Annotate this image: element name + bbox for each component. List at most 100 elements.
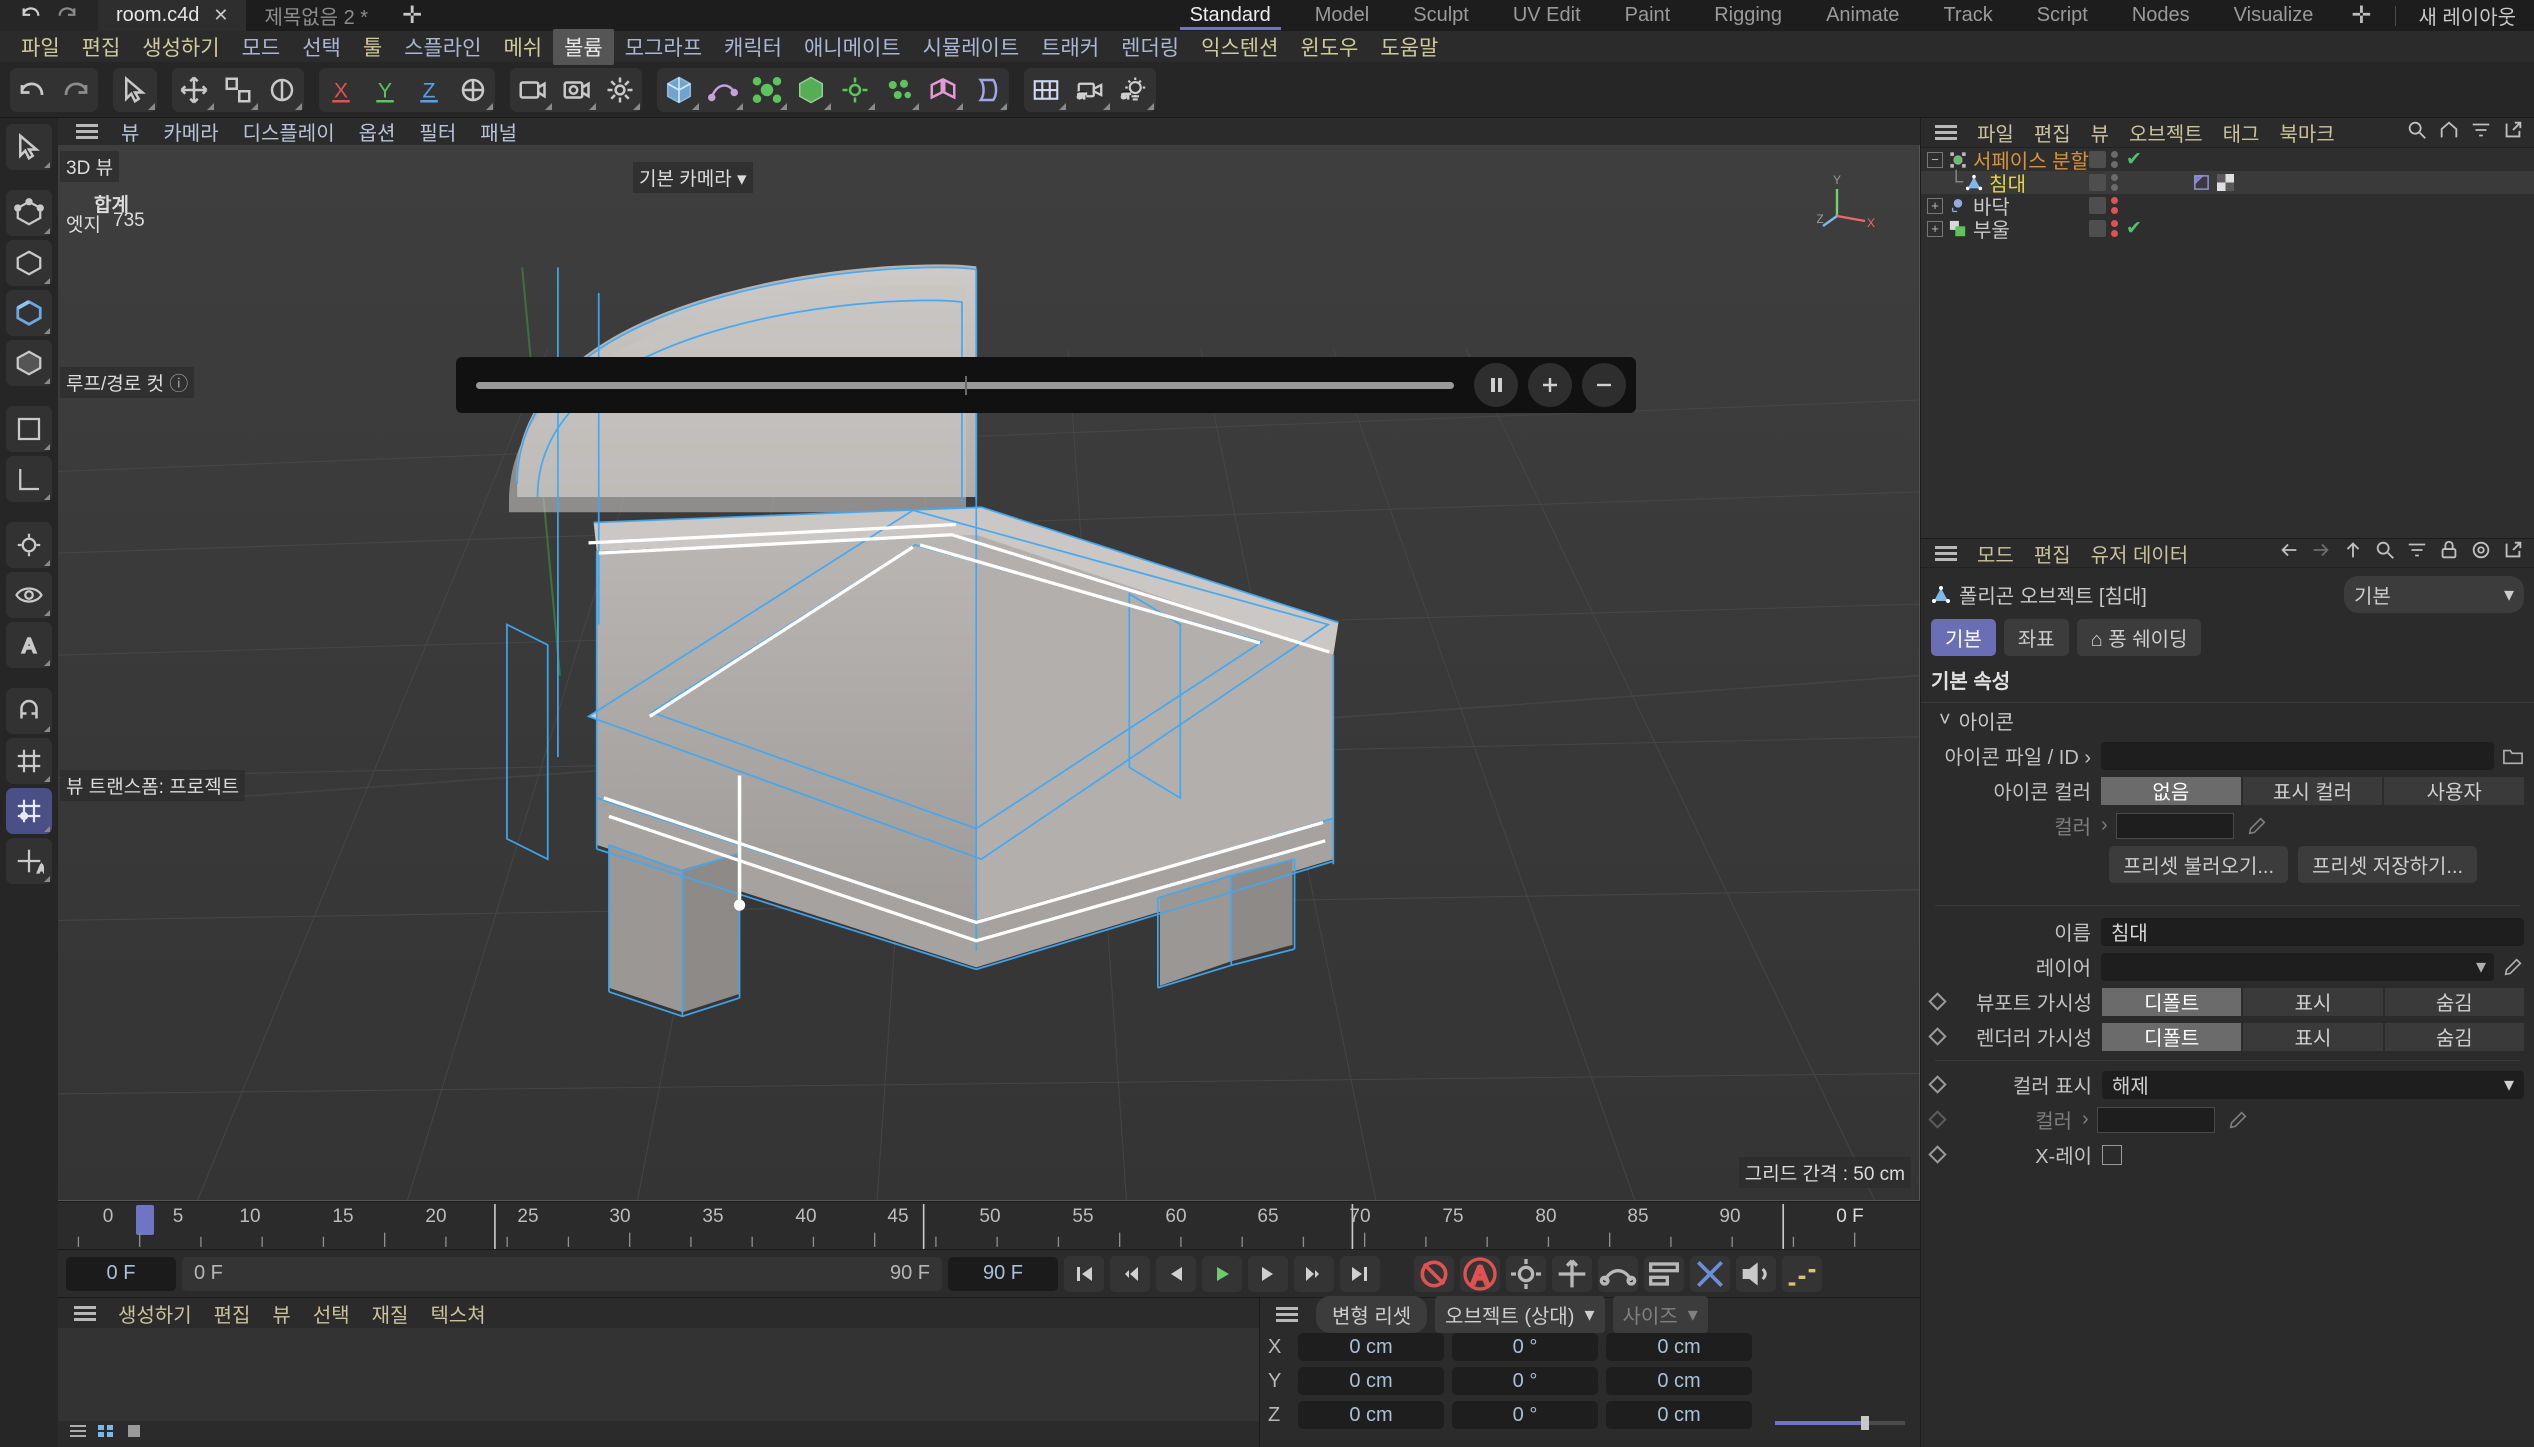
preview-range-field[interactable]: 0 F 90 F <box>182 1256 942 1291</box>
color-swatch-field[interactable] <box>2115 812 2234 839</box>
up-arrow-icon[interactable] <box>2342 539 2364 567</box>
preset-save-button[interactable]: 프리셋 저장하기... <box>2298 846 2478 883</box>
object-menu-bookmarks[interactable]: 북마크 <box>2269 116 2344 149</box>
object-hamburger-icon[interactable] <box>1925 125 1967 140</box>
menu-file[interactable]: 파일 <box>10 29 71 65</box>
viewport-vis-hide[interactable]: 숨김 <box>2384 987 2524 1016</box>
render-vis-show[interactable]: 표시 <box>2243 1022 2383 1051</box>
current-frame-field[interactable]: 0 F <box>66 1256 176 1291</box>
menu-animate[interactable]: 애니메이트 <box>793 29 912 65</box>
tool-help-icon[interactable]: ⓘ <box>169 374 188 395</box>
viewport-menu-panel[interactable]: 패널 <box>469 115 528 148</box>
scrub-track[interactable] <box>476 375 1454 395</box>
color-display-dropdown[interactable]: 해제 ▾ <box>2102 1070 2524 1099</box>
rotate-icon[interactable] <box>260 68 304 112</box>
render-vis-hide[interactable]: 숨김 <box>2384 1022 2524 1051</box>
eye-visibility-tool[interactable] <box>6 572 52 618</box>
object-enable-check-0[interactable]: ✔ <box>2126 148 2142 171</box>
attribute-menu-mode[interactable]: 모드 <box>1967 538 2024 570</box>
material-menu-material[interactable]: 재질 <box>362 1297 419 1330</box>
object-visibility-dots-2[interactable] <box>2111 197 2118 214</box>
cube-icon[interactable] <box>657 68 701 112</box>
object-menu-tags[interactable]: 태그 <box>2213 116 2270 149</box>
new-layout-label[interactable]: 새 레이아웃 <box>2404 1 2530 30</box>
object-tag-0[interactable] <box>2089 151 2106 168</box>
scrub-knob[interactable] <box>965 375 967 395</box>
reset-transform-button[interactable]: 변형 리셋 <box>1316 1295 1428 1333</box>
key-position-icon[interactable] <box>1506 1255 1546 1292</box>
edge-mode-tool[interactable] <box>6 240 52 286</box>
add-layout-button[interactable]: ✛ <box>2335 1 2387 30</box>
menu-create[interactable]: 생성하기 <box>131 29 230 65</box>
live-selection-icon[interactable] <box>113 68 157 112</box>
popout-icon[interactable] <box>2502 539 2524 567</box>
viewport-vis-show[interactable]: 표시 <box>2243 987 2383 1016</box>
record-icon[interactable] <box>1414 1255 1454 1292</box>
tab-basic[interactable]: 기본 <box>1931 619 1996 656</box>
render-vis-default[interactable]: 디폴트 <box>2102 1022 2242 1051</box>
layout-tab-uvedit[interactable]: UV Edit <box>1491 0 1603 31</box>
material-size-slider[interactable] <box>1775 1415 1905 1431</box>
size-y-field[interactable]: 0 cm <box>1606 1367 1752 1395</box>
tab-coordinates[interactable]: 좌표 <box>2003 619 2069 656</box>
coordinates-hamburger-icon[interactable] <box>1266 1306 1308 1322</box>
material-menu-edit[interactable]: 편집 <box>204 1297 261 1330</box>
chevron-right-icon[interactable]: › <box>2082 1108 2089 1131</box>
menu-simulate[interactable]: 시뮬레이트 <box>912 29 1031 65</box>
object-tag-1[interactable] <box>2089 174 2106 191</box>
undo-icon[interactable] <box>20 2 42 30</box>
filter-icon[interactable] <box>2406 539 2428 567</box>
keyframe-mode-icon[interactable] <box>1782 1255 1822 1292</box>
search-icon[interactable] <box>2406 119 2428 147</box>
texture-tag-icon[interactable] <box>2217 174 2234 191</box>
viewport-vis-default[interactable]: 디폴트 <box>2102 987 2242 1016</box>
position-z-field[interactable]: 0 cm <box>1298 1401 1444 1429</box>
layout-tab-visualize[interactable]: Visualize <box>2212 0 2336 31</box>
go-to-end-icon[interactable] <box>1340 1255 1380 1292</box>
icon-color-option-custom[interactable]: 사용자 <box>2384 776 2525 805</box>
workplane-tool[interactable] <box>6 456 52 502</box>
close-icon[interactable]: ✕ <box>213 5 228 26</box>
coordinate-mode-dropdown[interactable]: 오브젝트 (상대) ▾ <box>1435 1295 1605 1333</box>
camera-dropdown-icon[interactable]: ▾ <box>737 169 747 190</box>
object-row-2[interactable]: + 바닥 <box>1921 194 2534 219</box>
render-settings-icon[interactable] <box>598 68 642 112</box>
object-menu-edit[interactable]: 편집 <box>2024 116 2081 149</box>
render-view-icon[interactable] <box>510 68 554 112</box>
viewport-menu-view[interactable]: 뷰 <box>110 115 150 148</box>
layer-field[interactable]: ▾ <box>2101 952 2494 981</box>
step-forward-icon[interactable] <box>1248 1255 1288 1292</box>
object-row-1[interactable]: └ 침대 <box>1921 171 2534 196</box>
size-x-field[interactable]: 0 cm <box>1606 1333 1752 1361</box>
icon-view-icon[interactable] <box>96 1422 116 1446</box>
attribute-menu-edit[interactable]: 편집 <box>2024 538 2081 570</box>
viewport-menu-options[interactable]: 옵션 <box>348 115 407 148</box>
lock-y-icon[interactable]: Y <box>363 68 407 112</box>
layout-tab-model[interactable]: Model <box>1293 0 1391 31</box>
size-z-field[interactable]: 0 cm <box>1606 1401 1752 1429</box>
viewport-solo-tool[interactable] <box>6 522 52 568</box>
menu-select[interactable]: 선택 <box>291 29 352 65</box>
render-picture-icon[interactable] <box>554 68 598 112</box>
material-hamburger-icon[interactable] <box>64 1305 106 1321</box>
subdivision-surface-icon[interactable] <box>789 68 833 112</box>
icon-color-option-display[interactable]: 표시 컬러 <box>2242 776 2383 805</box>
icon-file-field[interactable] <box>2101 741 2494 770</box>
object-enable-check-3[interactable]: ✔ <box>2126 217 2142 240</box>
next-key-icon[interactable] <box>1294 1255 1334 1292</box>
zoom-out-icon[interactable] <box>1582 363 1626 407</box>
search-icon[interactable] <box>2374 539 2396 567</box>
go-to-start-icon[interactable] <box>1064 1255 1104 1292</box>
lock-icon[interactable] <box>2438 539 2460 567</box>
menu-edit[interactable]: 편집 <box>71 29 132 65</box>
rotation-x-field[interactable]: 0 ° <box>1452 1333 1598 1361</box>
object-tree[interactable]: − 서페이스 분할 ✔ └ 침대 + 바닥 + 부울 ✔ <box>1921 148 2534 538</box>
attribute-menu-userdata[interactable]: 유저 데이터 <box>2081 538 2199 570</box>
back-arrow-icon[interactable] <box>2278 539 2300 567</box>
layout-tab-script[interactable]: Script <box>2015 0 2110 31</box>
attribute-group-icon[interactable]: ˅ 아이콘 <box>1921 703 2534 738</box>
live-selection-tool[interactable] <box>6 124 52 170</box>
object-visibility-dots-1[interactable] <box>2111 174 2118 191</box>
eyedropper-icon[interactable] <box>2227 1109 2249 1131</box>
field-icon[interactable] <box>921 68 965 112</box>
